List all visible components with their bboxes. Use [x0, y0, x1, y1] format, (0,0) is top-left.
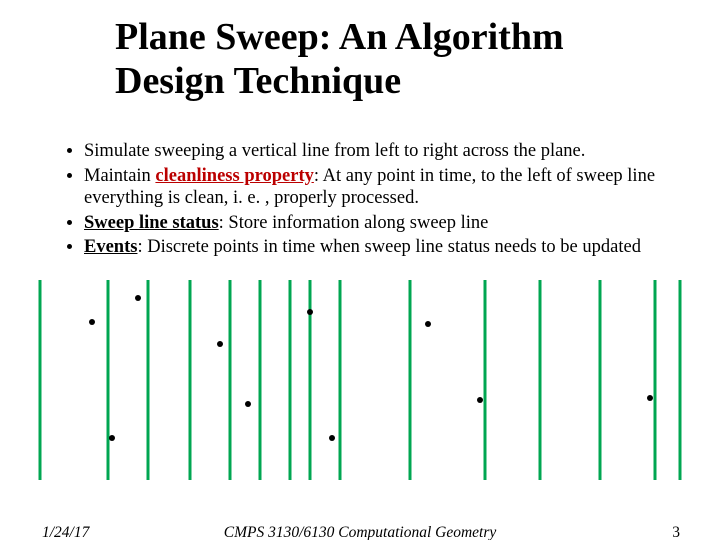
event-point	[647, 395, 653, 401]
event-point	[307, 309, 313, 315]
bullet-3-post: : Store information along sweep line	[219, 213, 489, 233]
footer-course: CMPS 3130/6130 Computational Geometry	[0, 524, 720, 540]
sweep-diagram	[30, 280, 700, 480]
event-point	[89, 319, 95, 325]
event-point	[425, 321, 431, 327]
bullet-2: Maintain cleanliness property: At any po…	[84, 165, 680, 210]
bullet-1-text: Simulate sweeping a vertical line from l…	[84, 141, 585, 161]
event-point	[477, 397, 483, 403]
bullet-list: Simulate sweeping a vertical line from l…	[60, 140, 680, 261]
cleanliness-term: cleanliness property	[155, 166, 313, 186]
sweep-status-term: Sweep line status	[84, 213, 219, 233]
bullet-4: Events: Discrete points in time when swe…	[84, 236, 680, 259]
event-point	[245, 401, 251, 407]
bullet-1: Simulate sweeping a vertical line from l…	[84, 140, 680, 163]
event-point	[109, 435, 115, 441]
bullet-3: Sweep line status: Store information alo…	[84, 212, 680, 235]
footer-page-number: 3	[672, 524, 680, 540]
bullet-2-pre: Maintain	[84, 166, 155, 186]
event-point	[329, 435, 335, 441]
bullet-4-post: : Discrete points in time when sweep lin…	[137, 237, 641, 257]
events-term: Events	[84, 237, 137, 257]
slide-title: Plane Sweep: An Algorithm Design Techniq…	[115, 16, 675, 103]
event-point	[135, 295, 141, 301]
event-point	[217, 341, 223, 347]
